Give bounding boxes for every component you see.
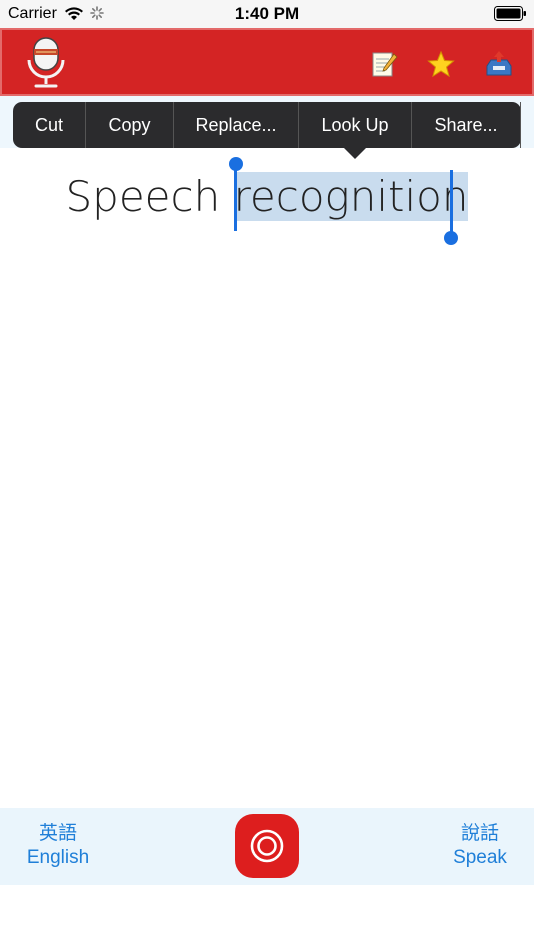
speak-button[interactable]: 說話 Speak (442, 822, 518, 870)
edit-note-icon[interactable] (370, 50, 398, 78)
speak-label: Speak (453, 847, 507, 868)
selection-end-handle[interactable] (444, 231, 458, 245)
language-button[interactable]: 英語 English (20, 822, 96, 870)
speak-native-label: 說話 (460, 823, 499, 844)
menu-item-cut[interactable]: Cut (13, 102, 86, 148)
menu-item-replace[interactable]: Replace... (174, 102, 299, 148)
selection-start-caret (234, 168, 237, 231)
record-button[interactable] (235, 814, 299, 878)
menu-pointer-arrow (344, 148, 366, 159)
recognized-text-plain: Speech (65, 172, 234, 221)
battery-icon (494, 6, 526, 21)
selected-text[interactable]: recognition (233, 172, 469, 221)
app-toolbar (0, 28, 534, 96)
microphone-icon[interactable] (24, 36, 68, 90)
language-native-label: 英語 (38, 823, 77, 844)
language-label: English (26, 847, 90, 868)
menu-item-look-up[interactable]: Look Up (299, 102, 412, 148)
clock: 1:40 PM (234, 4, 300, 23)
inbox-upload-icon[interactable] (485, 50, 513, 78)
recognized-text[interactable]: Speech recognition (0, 172, 534, 221)
star-icon[interactable] (427, 50, 455, 78)
record-icon (250, 829, 284, 863)
edit-context-menu: Cut Copy Replace... Look Up Share... (13, 102, 521, 159)
menu-item-copy[interactable]: Copy (86, 102, 174, 148)
bottom-bar: 英語 English 說話 Speak (0, 808, 534, 885)
selection-end-caret (450, 170, 453, 233)
status-bar: Carrier 1:40 PM (0, 0, 534, 28)
menu-item-share[interactable]: Share... (412, 102, 521, 148)
